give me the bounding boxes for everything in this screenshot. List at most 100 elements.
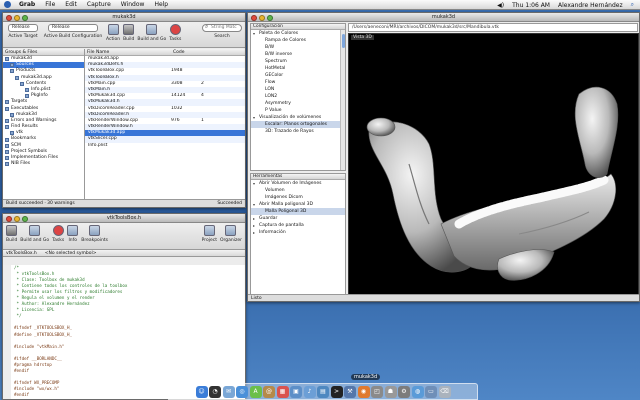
editor-info-button[interactable]: Info	[67, 225, 79, 243]
iphoto-icon[interactable]: ▤	[317, 385, 329, 398]
tasks-button[interactable]: Tasks	[169, 24, 181, 42]
tree-item[interactable]: ▸ Guardar	[251, 215, 345, 222]
active-configuration[interactable]: Release Active Build Configuration	[43, 24, 103, 39]
editor-close-button[interactable]	[6, 215, 12, 222]
file-name-column[interactable]: File Name	[87, 49, 173, 55]
trash-icon[interactable]: ⌫	[438, 385, 451, 398]
configuration-scrollbar[interactable]	[340, 30, 345, 170]
tree-item[interactable]: Flow	[251, 79, 345, 86]
editor-zoom-button[interactable]	[22, 215, 28, 222]
tree-item[interactable]: B/W inverse	[251, 51, 345, 58]
tree-item[interactable]: Malla Poligonal 3D	[251, 208, 345, 215]
tree-item[interactable]: Rampa de Colores	[251, 37, 345, 44]
tree-item[interactable]: LON	[251, 86, 345, 93]
symbol-popup[interactable]: <No selected symbol>	[45, 250, 97, 256]
disclosure-triangle-icon[interactable]: ▾	[253, 180, 257, 187]
project-button[interactable]: Project	[202, 225, 217, 243]
tree-item[interactable]: Volumen	[251, 187, 345, 194]
safari-icon[interactable]: ◎	[236, 385, 248, 398]
mail-icon[interactable]: ✉	[222, 385, 235, 398]
organizer-button[interactable]: Organizer	[220, 225, 242, 243]
mukak3d-titlebar[interactable]: mukak3d	[248, 13, 639, 22]
errors-column[interactable]	[203, 49, 223, 55]
documents-icon[interactable]: ▭	[425, 385, 437, 398]
mukak-minimize-button[interactable]	[259, 14, 265, 21]
code-column[interactable]: Code	[173, 49, 203, 55]
menu-file[interactable]: File	[45, 1, 55, 8]
configuration-popup[interactable]: Release	[48, 24, 98, 32]
active-target[interactable]: Release Active Target	[6, 24, 40, 39]
tree-item[interactable]: HotMetal	[251, 65, 345, 72]
tree-item[interactable]: ▾ Abrir Malla poligonal 3D	[251, 201, 345, 208]
clock[interactable]: Thu 1:06 AM	[512, 2, 550, 9]
tree-item[interactable]: Escalar: Planos ortogonales	[251, 121, 345, 128]
tree-item[interactable]: ▾ Visualización de volúmenes	[251, 114, 345, 121]
editor-titlebar[interactable]: vtkToolsBox.h	[3, 214, 245, 223]
disclosure-triangle-icon[interactable]: ▸	[253, 222, 257, 229]
disclosure-triangle-icon[interactable]: ▸	[253, 229, 257, 236]
xcode-titlebar[interactable]: mukak3d	[3, 13, 245, 22]
search-input[interactable]: String Matc	[202, 24, 242, 32]
firefox-icon[interactable]: ◉	[357, 385, 370, 398]
mukak3d-icon[interactable]: ☗	[384, 385, 397, 398]
render-viewport[interactable]: Vista 3D	[348, 33, 639, 300]
tree-item[interactable]: Imágenes Dicom	[251, 194, 345, 201]
ical-icon[interactable]: ▦	[276, 385, 289, 398]
menu-edit[interactable]: Edit	[65, 1, 77, 8]
apple-menu-icon[interactable]	[4, 1, 11, 8]
editor-minimize-button[interactable]	[14, 215, 20, 222]
menu-app-name[interactable]: Grab	[19, 1, 35, 8]
file-popup[interactable]: vtkToolsBox.h	[6, 250, 37, 256]
preview-icon[interactable]: ▣	[290, 385, 302, 398]
grab-icon[interactable]: ◰	[371, 385, 383, 398]
menu-window[interactable]: Window	[121, 1, 145, 8]
file-path-field[interactable]: /Users/aeneconi/MRI/archivos/DICOM/mukak…	[348, 23, 638, 32]
tree-item[interactable]: P Value	[251, 107, 345, 114]
mukak-close-button[interactable]	[251, 14, 257, 21]
tree-item[interactable]: ▾ Abrir Volumen de Imágenes	[251, 180, 345, 187]
menu-help[interactable]: Help	[154, 1, 168, 8]
build-and-go-button[interactable]: Build and Go	[137, 24, 166, 42]
zoom-button[interactable]	[22, 14, 28, 21]
disclosure-triangle-icon[interactable]: ▾	[253, 30, 257, 37]
action-button[interactable]: Action	[106, 24, 120, 42]
editor-build-button[interactable]: Build	[6, 225, 17, 243]
disclosure-triangle-icon[interactable]: ▸	[253, 215, 257, 222]
tree-item[interactable]: ▾ Paleta de Colores	[251, 30, 345, 37]
itunes-icon[interactable]: ♪	[303, 385, 316, 398]
editor-tasks-button[interactable]: Tasks	[52, 225, 64, 243]
mukak-zoom-button[interactable]	[267, 14, 273, 21]
xcode-icon[interactable]: ⚒	[344, 385, 356, 398]
close-button[interactable]	[6, 14, 12, 21]
code-editor[interactable]: /* * vtkToolsBox.h * Clase: Toolbox de m…	[3, 265, 245, 399]
tree-item[interactable]: 3D: Trazado de Rayos	[251, 128, 345, 135]
target-popup[interactable]: Release	[8, 24, 38, 32]
groups-header[interactable]: Groups & Files	[3, 49, 84, 56]
terminal-icon[interactable]: >	[330, 385, 343, 398]
user-name[interactable]: Alexandre Hernández	[558, 2, 623, 9]
tree-item[interactable]: Spectrum	[251, 58, 345, 65]
tree-item[interactable]: LON2	[251, 93, 345, 100]
ichat-icon[interactable]: A	[249, 385, 262, 398]
spotlight-icon[interactable]: ⌕	[631, 1, 634, 9]
minimize-button[interactable]	[14, 14, 20, 21]
network-icon[interactable]: ◍	[411, 385, 424, 398]
system-preferences-icon[interactable]: ⚙	[398, 385, 410, 398]
editor-build-and-go-button[interactable]: Build and Go	[20, 225, 49, 243]
breakpoints-button[interactable]: Breakpoints	[81, 225, 108, 243]
file-row[interactable]: Info.plist	[85, 143, 245, 149]
address-book-icon[interactable]: @	[263, 385, 275, 398]
tree-item[interactable]: ▸ Información	[251, 229, 345, 236]
disclosure-triangle-icon[interactable]: ▾	[253, 114, 257, 121]
tree-item[interactable]: ▸ Captura de pantalla	[251, 222, 345, 229]
volume-icon[interactable]: ◀)	[497, 2, 504, 9]
tree-item[interactable]: Asymmetry	[251, 100, 345, 107]
build-button[interactable]: Build	[123, 24, 134, 42]
tree-item[interactable]: B/W	[251, 44, 345, 51]
mandible-3d-model[interactable]	[349, 34, 638, 299]
disclosure-triangle-icon[interactable]: ▾	[253, 201, 257, 208]
tree-item[interactable]: GEColor	[251, 72, 345, 79]
menu-capture[interactable]: Capture	[87, 1, 111, 8]
dashboard-icon[interactable]: ◔	[209, 385, 221, 398]
group-item[interactable]: NIB Files	[3, 161, 84, 167]
